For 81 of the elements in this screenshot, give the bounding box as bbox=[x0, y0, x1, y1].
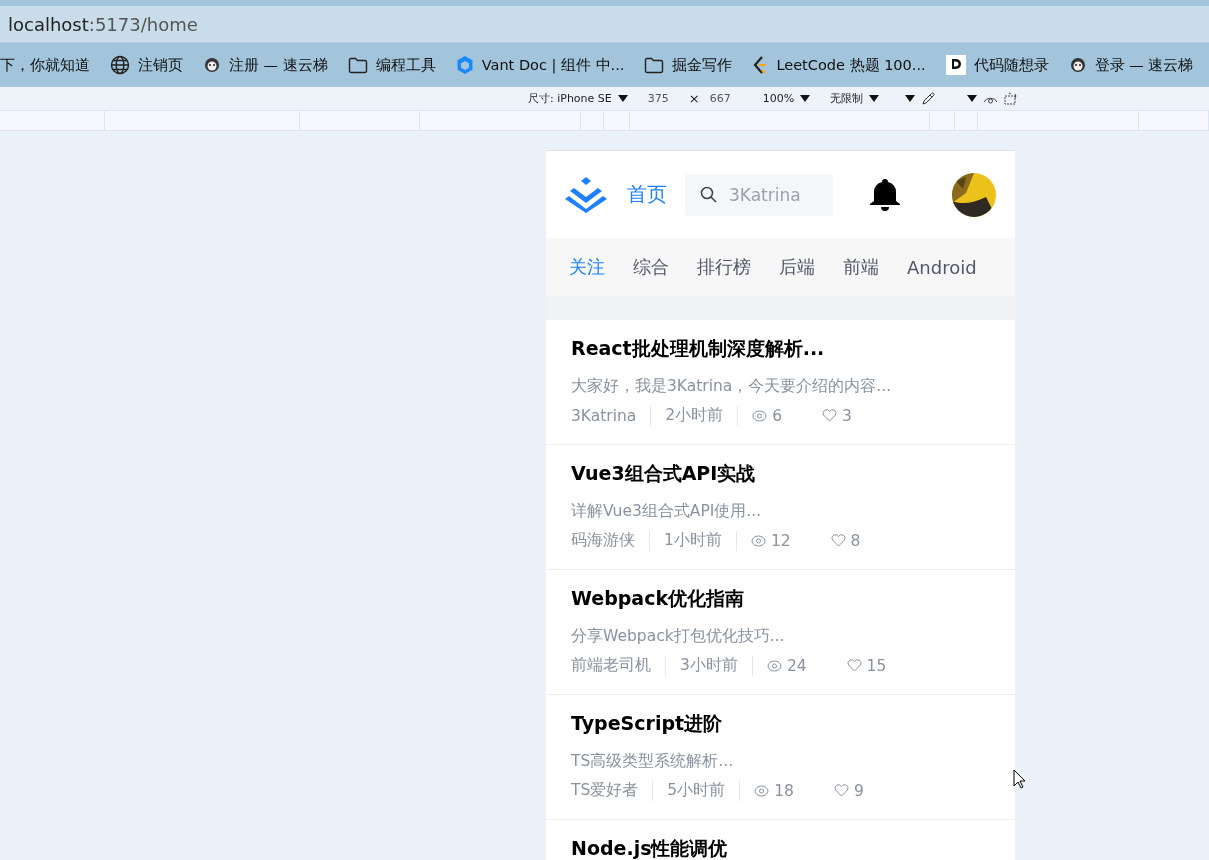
post-time: 2小时前 bbox=[665, 405, 724, 426]
bracket-logo-icon bbox=[752, 55, 769, 75]
bookmark[interactable]: 注销页 bbox=[110, 55, 183, 75]
category-tab[interactable]: 前端 bbox=[843, 255, 879, 279]
article-title: Webpack优化指南 bbox=[571, 586, 746, 611]
view-count: 12 bbox=[770, 531, 791, 550]
hexagon-logo-icon bbox=[455, 55, 474, 75]
like-count: 15 bbox=[866, 656, 887, 675]
view-count: 24 bbox=[786, 656, 807, 675]
search-field[interactable]: 3Katrina bbox=[685, 173, 833, 216]
bookmark[interactable]: LeetCode 热题 100... bbox=[752, 55, 926, 75]
author-name: 前端老司机 bbox=[571, 655, 651, 676]
category-tab[interactable]: 综合 bbox=[633, 255, 669, 279]
category-tab[interactable]: 后端 bbox=[779, 255, 815, 279]
post-time: 3小时前 bbox=[680, 655, 738, 676]
view-count: 6 bbox=[772, 406, 783, 425]
article-title: TypeScript进阶 bbox=[571, 711, 724, 736]
article-title: React批处理机制深度解析... bbox=[571, 336, 826, 361]
like-count: 8 bbox=[850, 531, 861, 550]
bookmark[interactable]: 下，你就知道 bbox=[0, 55, 90, 75]
width-field[interactable]: 375 bbox=[647, 92, 669, 105]
chevron-logo-icon[interactable] bbox=[565, 176, 607, 213]
bell-icon[interactable] bbox=[868, 178, 902, 211]
globe-icon bbox=[110, 55, 130, 75]
article-card[interactable]: Vue3组合式API实战 详解Vue3组合式API使用... 码海游侠 1小时前 12 8 bbox=[546, 445, 1015, 570]
bookmark[interactable]: 掘金写作 bbox=[644, 55, 733, 75]
bookmark[interactable]: 代码随想录 bbox=[945, 55, 1049, 75]
caret-icon[interactable] bbox=[800, 95, 811, 102]
article-card[interactable]: React批处理机制深度解析... 大家好，我是3Katrina，今天要介绍的内容... 3Katrina 2小时前 6 3 bbox=[546, 320, 1015, 445]
category-tab[interactable]: 排行榜 bbox=[697, 255, 751, 279]
author-name: TS爱好者 bbox=[571, 780, 639, 801]
category-tab[interactable]: Android bbox=[907, 256, 977, 278]
article-card[interactable]: Webpack优化指南 分享Webpack打包优化技巧... 前端老司机 3小时前 24 15 bbox=[546, 570, 1015, 695]
author-name: 3Katrina bbox=[571, 406, 637, 425]
caret-icon[interactable] bbox=[617, 95, 628, 102]
mascot-icon bbox=[203, 56, 221, 74]
article-card[interactable]: Node.js性能调优 bbox=[546, 820, 1015, 860]
height-field[interactable]: 667 bbox=[709, 92, 731, 105]
article-card[interactable]: TypeScript进阶 TS高级类型系统解析... TS爱好者 5小时前 18 9 bbox=[546, 695, 1015, 820]
article-summary: 大家好，我是3Katrina，今天要介绍的内容... bbox=[571, 376, 893, 397]
heart-icon bbox=[833, 784, 849, 797]
eye-icon bbox=[750, 534, 766, 547]
caret-icon[interactable] bbox=[869, 95, 880, 102]
article-summary: 分享Webpack打包优化技巧... bbox=[571, 626, 786, 647]
eye-icon bbox=[752, 409, 768, 422]
post-time: 5小时前 bbox=[667, 780, 726, 801]
view-count: 18 bbox=[774, 781, 794, 800]
like-count: 3 bbox=[842, 406, 852, 425]
folder-icon bbox=[347, 56, 368, 74]
search-icon bbox=[700, 185, 717, 203]
heart-icon bbox=[822, 409, 838, 422]
avatar[interactable] bbox=[952, 172, 996, 217]
author-name: 码海游侠 bbox=[571, 530, 635, 551]
article-summary: 详解Vue3组合式API使用... bbox=[571, 501, 763, 522]
device-select[interactable]: 尺寸: iPhone SE bbox=[528, 91, 612, 106]
article-title: Node.js性能调优 bbox=[571, 836, 729, 860]
home-link[interactable]: 首页 bbox=[627, 181, 667, 208]
zoom-select[interactable]: 100% bbox=[762, 92, 795, 105]
caret-icon[interactable] bbox=[905, 95, 916, 102]
caret-icon[interactable] bbox=[967, 95, 978, 102]
mascot-icon bbox=[1068, 56, 1087, 74]
bookmark[interactable]: 登录 — 速云梯 bbox=[1068, 55, 1194, 75]
letter-logo-icon bbox=[945, 55, 966, 75]
heart-icon bbox=[846, 659, 862, 672]
category-tab[interactable]: 关注 bbox=[569, 255, 605, 279]
article-summary: TS高级类型系统解析... bbox=[571, 751, 735, 772]
eye-icon bbox=[766, 659, 782, 672]
mouse-pointer-icon bbox=[1013, 769, 1026, 789]
eyedropper-icon[interactable] bbox=[921, 91, 936, 106]
post-time: 1小时前 bbox=[664, 530, 722, 551]
address-field[interactable]: localhost:5173/home bbox=[8, 13, 198, 35]
eye-icon bbox=[754, 784, 770, 797]
article-title: Vue3组合式API实战 bbox=[571, 461, 757, 486]
bookmark[interactable]: 编程工具 bbox=[347, 55, 436, 75]
bookmark[interactable]: 注册 — 速云梯 bbox=[203, 55, 328, 75]
heart-icon bbox=[830, 534, 846, 547]
bookmark[interactable]: Vant Doc | 组件 中... bbox=[455, 55, 625, 75]
times-sign: × bbox=[688, 91, 700, 106]
folder-icon bbox=[644, 56, 665, 74]
like-count: 9 bbox=[853, 781, 864, 800]
throttle-select[interactable]: 无限制 bbox=[830, 91, 864, 106]
